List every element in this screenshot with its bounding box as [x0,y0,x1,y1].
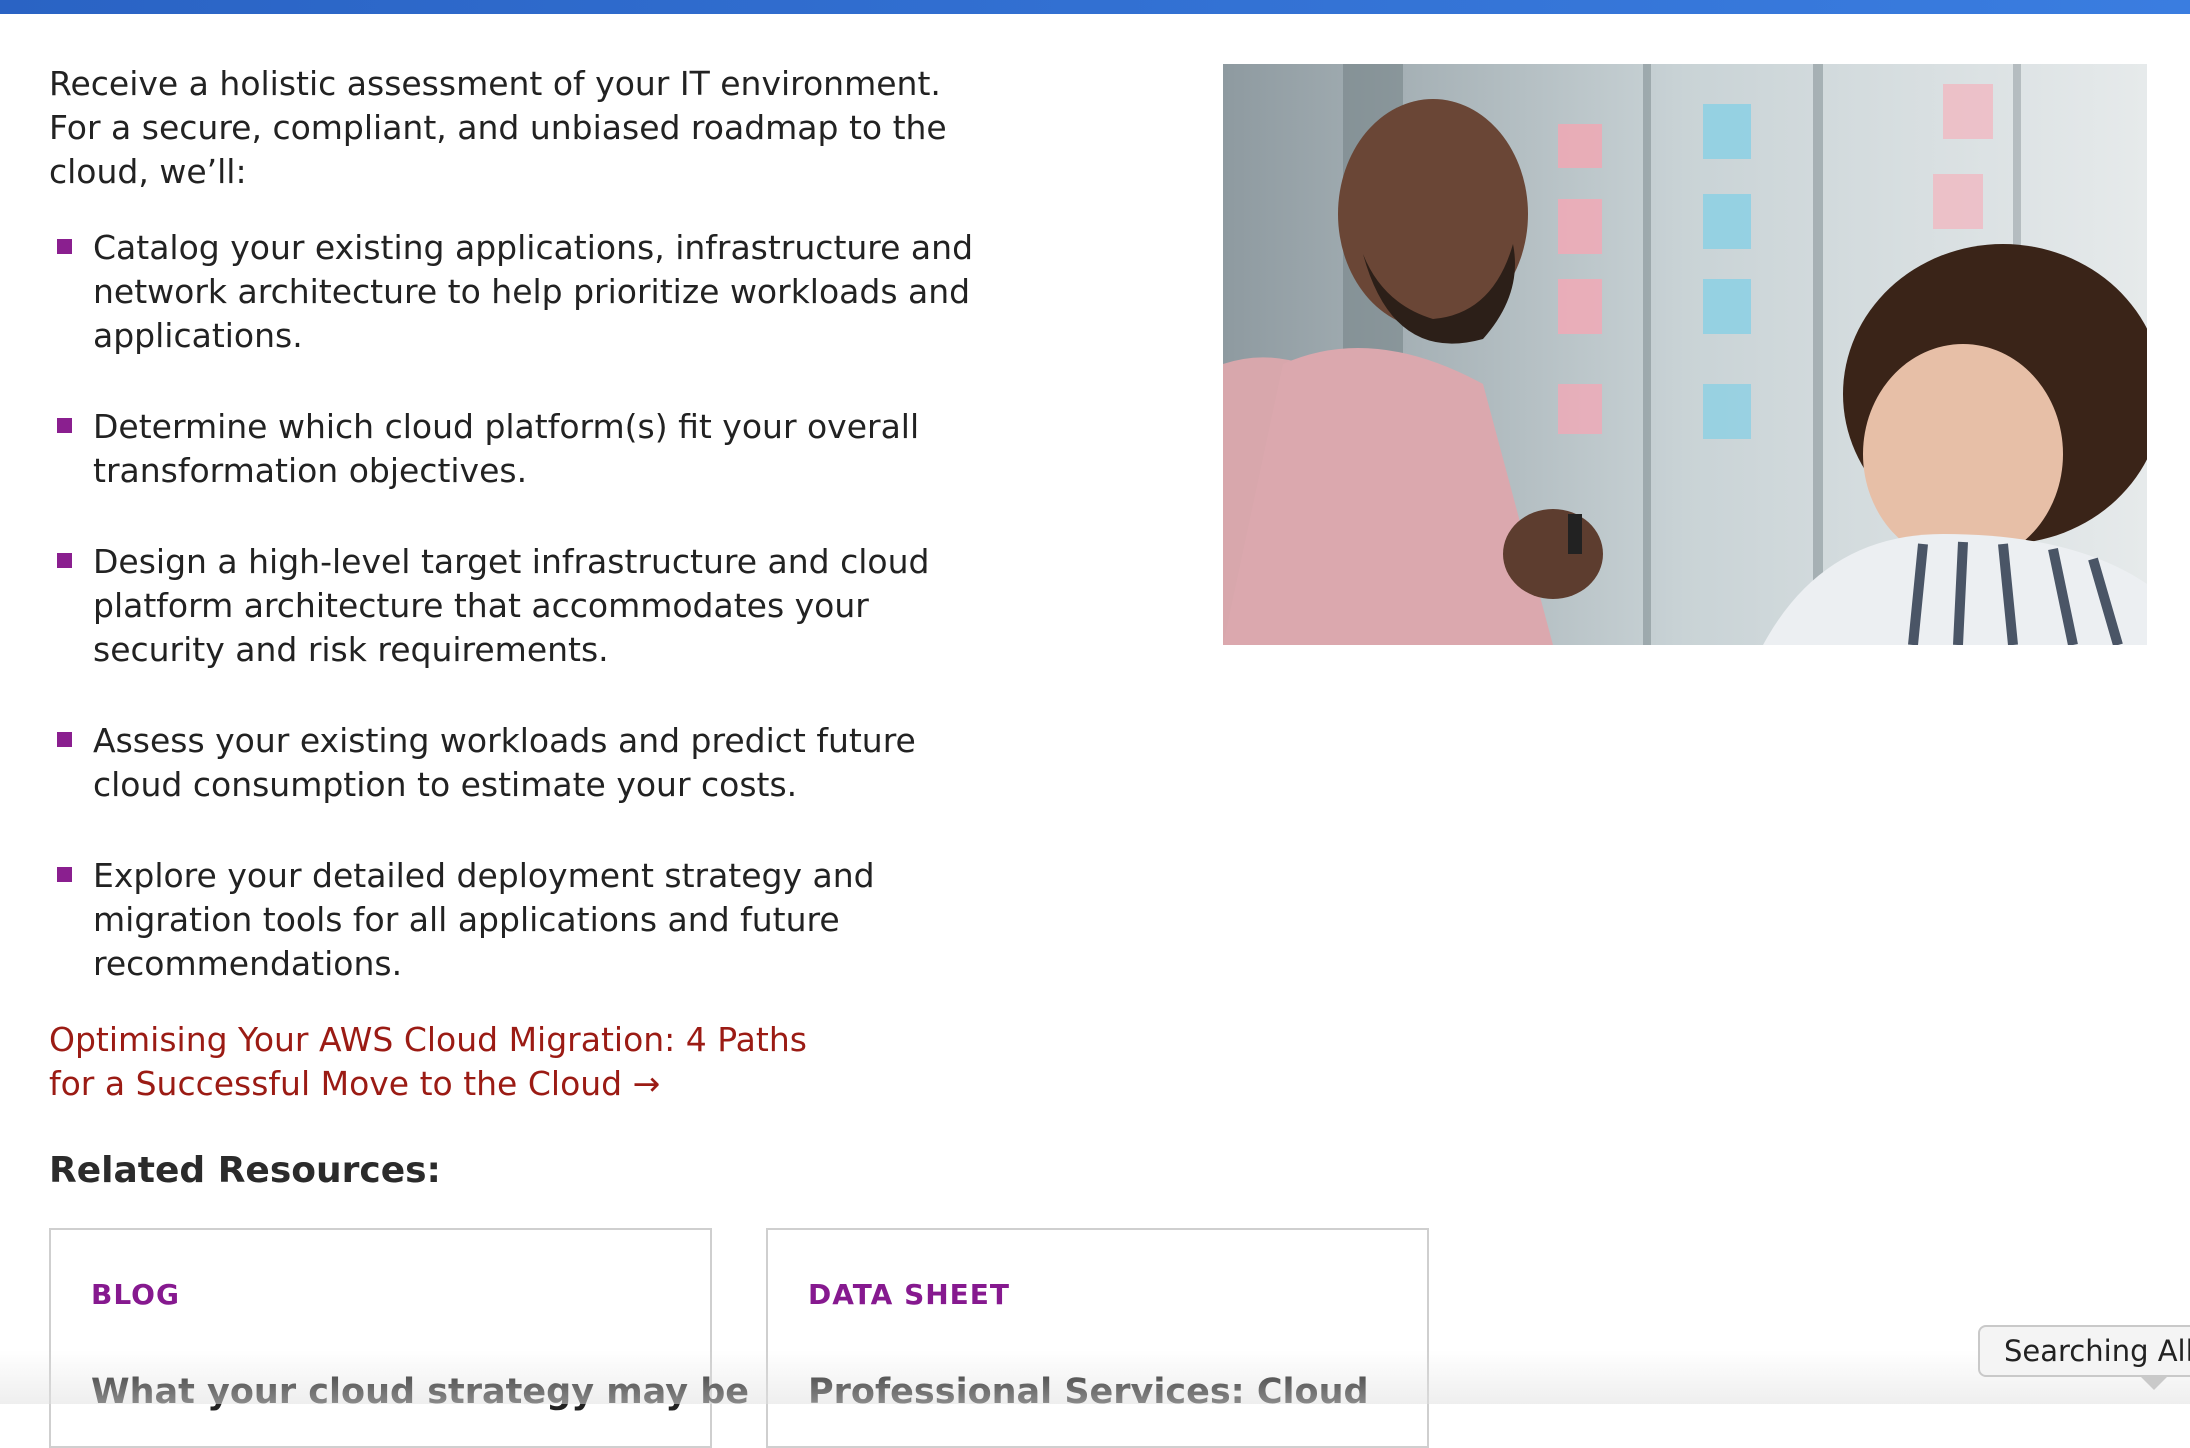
list-item-text: Determine which cloud platform(s) fit yo… [93,407,920,490]
square-bullet-icon [57,418,72,433]
card-title[interactable]: Professional Services: Cloud [808,1372,1369,1412]
photo-illustration [1223,64,2147,645]
list-item-text: Catalog your existing applications, infr… [93,228,974,355]
aws-migration-article-link[interactable]: Optimising Your AWS Cloud Migration: 4 P… [49,1018,849,1106]
list-item-text: Explore your detailed deployment strateg… [93,856,875,983]
square-bullet-icon [57,867,72,882]
square-bullet-icon [57,553,72,568]
card-tag: DATA SHEET [808,1278,1011,1311]
list-item-text: Design a high-level target infrastructur… [93,542,930,669]
top-accent-bar [0,0,2190,14]
card-title[interactable]: What your cloud strategy may be [91,1372,749,1412]
list-item-text: Assess your existing workloads and predi… [93,721,916,804]
list-item: Design a high-level target infrastructur… [49,540,979,672]
list-item: Explore your detailed deployment strateg… [49,854,979,986]
list-item: Catalog your existing applications, infr… [49,226,979,358]
content-column: Receive a holistic assessment of your IT… [49,62,979,1106]
square-bullet-icon [57,239,72,254]
list-item: Determine which cloud platform(s) fit yo… [49,405,979,493]
list-item: Assess your existing workloads and predi… [49,719,979,807]
assessment-list: Catalog your existing applications, infr… [49,226,979,986]
square-bullet-icon [57,732,72,747]
tooltip-caret-icon [2140,1376,2168,1390]
related-resources-heading: Related Resources: [49,1150,441,1191]
resource-card-blog[interactable]: BLOG What your cloud strategy may be [49,1228,749,1448]
search-status-tooltip: Searching All M [1978,1325,2190,1377]
card-tag: BLOG [91,1278,180,1311]
resource-card-data-sheet[interactable]: DATA SHEET Professional Services: Cloud [766,1228,1429,1448]
team-collaboration-photo [1223,64,2147,645]
intro-paragraph: Receive a holistic assessment of your IT… [49,64,947,191]
